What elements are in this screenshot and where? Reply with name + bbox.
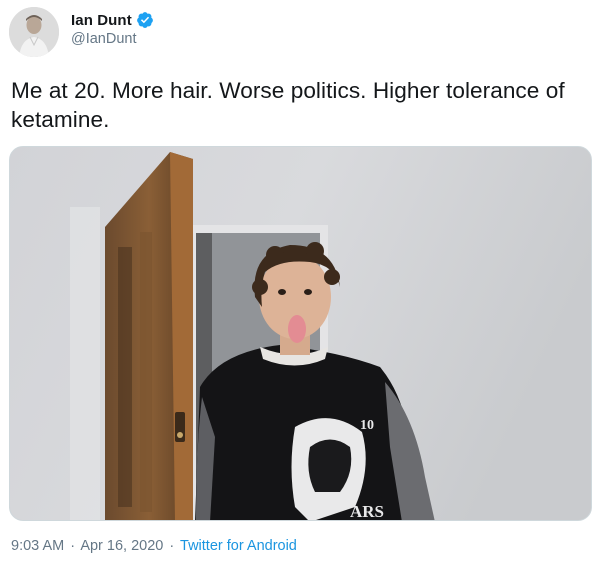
avatar[interactable] (9, 7, 59, 57)
tweet-date[interactable]: Apr 16, 2020 (80, 538, 163, 554)
shirt-number: 10 (360, 418, 374, 433)
display-name[interactable]: Ian Dunt (71, 12, 132, 29)
verified-badge-icon (136, 12, 153, 28)
tweet-photo[interactable]: 10 ARS (9, 146, 592, 521)
tweet-text: Me at 20. More hair. Worse politics. Hig… (11, 78, 565, 132)
tweet-card: Ian Dunt @IanDunt Me at 20. More hair. W… (0, 0, 601, 564)
meta-separator: · (70, 538, 76, 554)
shirt-text: ARS (350, 502, 384, 521)
photo-image: 10 ARS (10, 147, 591, 521)
tweet-header: Ian Dunt @IanDunt (9, 7, 154, 57)
tweet-meta: 9:03 AM · Apr 16, 2020 · Twitter for And… (11, 538, 297, 554)
user-handle[interactable]: @IanDunt (71, 31, 154, 47)
profile-photo-icon (9, 7, 59, 57)
name-row: Ian Dunt (71, 11, 154, 29)
tweet-source-link[interactable]: Twitter for Android (180, 538, 297, 554)
author-names: Ian Dunt @IanDunt (71, 11, 154, 47)
meta-separator-2: · (169, 538, 175, 554)
tweet-time[interactable]: 9:03 AM (11, 538, 64, 554)
